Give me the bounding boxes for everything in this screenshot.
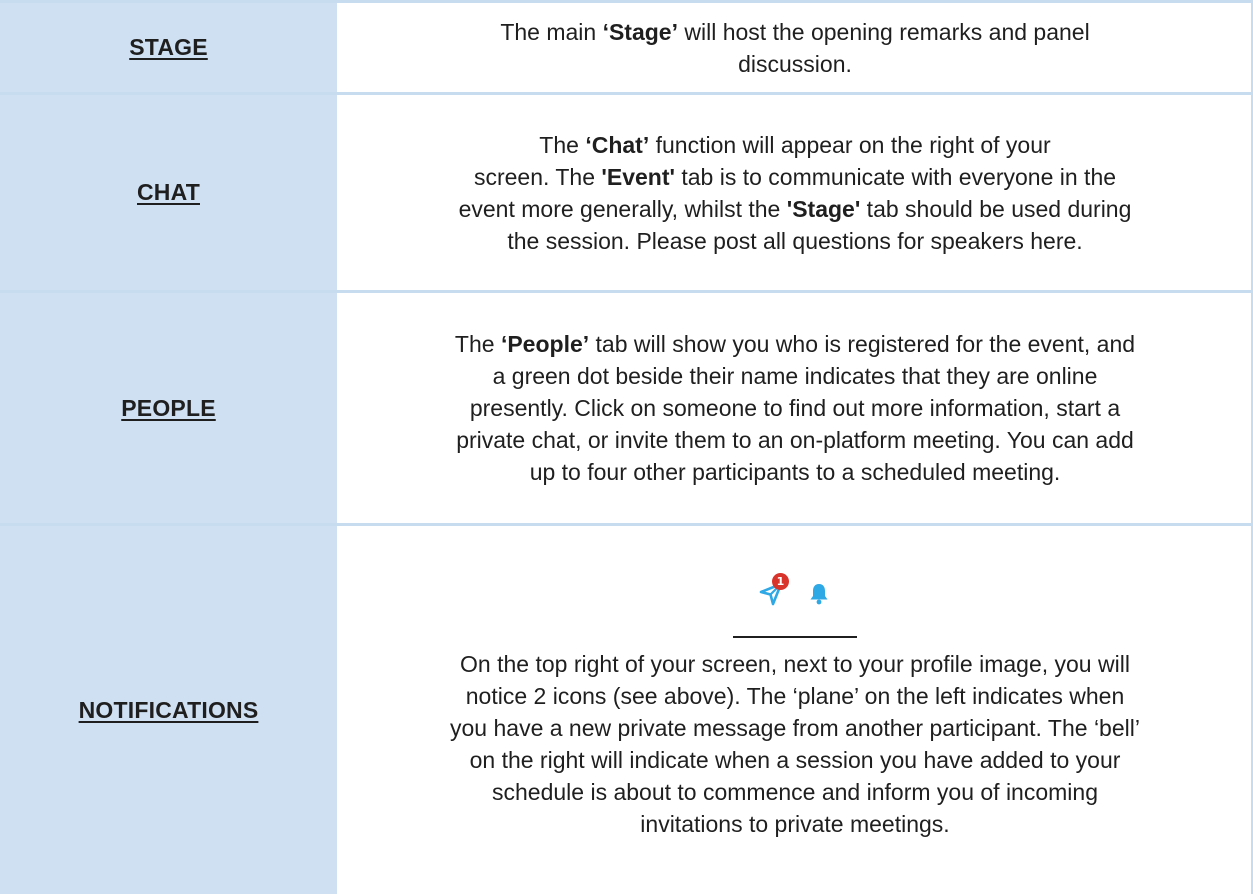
text-run: tab will show you who is registered for …: [589, 331, 1136, 357]
paper-plane-icon: 1: [758, 573, 789, 607]
row-label-stage: STAGE: [129, 34, 208, 60]
content-line: The ‘Chat’ function will appear on the r…: [539, 129, 1050, 161]
content-line: the session. Please post all questions f…: [507, 227, 1083, 254]
text-run: tab should be used during: [860, 195, 1132, 222]
text-run: tab is to communicate with everyone in t…: [674, 163, 1117, 190]
bell-icon: [806, 581, 832, 607]
row-content-notifications: 1 On the top right of your screen, next …: [337, 526, 1253, 894]
text-run: The: [454, 331, 501, 357]
row-label-cell: PEOPLE: [0, 293, 337, 523]
bold-term: ‘Stage’: [602, 18, 678, 45]
table-row-people: PEOPLE The ‘People’ tab will show you wh…: [0, 293, 1253, 523]
row-label-cell: CHAT: [0, 95, 337, 290]
text-run: The: [539, 131, 586, 158]
text-run: will host the opening remarks and panel: [678, 18, 1090, 45]
text-run: function will appear on the right of you…: [649, 131, 1051, 158]
bold-term: 'Stage': [786, 195, 861, 222]
content-line: The main ‘Stage’ will host the opening r…: [500, 16, 1089, 48]
content-line: screen. The 'Event' tab is to communicat…: [474, 161, 1116, 193]
row-content-chat: The ‘Chat’ function will appear on the r…: [337, 95, 1253, 290]
content-line: The ‘People’ tab will show you who is re…: [455, 328, 1135, 360]
table-row-chat: CHAT The ‘Chat’ function will appear on …: [0, 95, 1253, 290]
bold-term: ‘Chat’: [585, 131, 650, 158]
row-label-chat: CHAT: [137, 179, 200, 205]
table-row-notifications: NOTIFICATIONS 1 On the top right of your…: [0, 526, 1253, 894]
row-label-cell: NOTIFICATIONS: [0, 526, 337, 894]
content-line: event more generally, whilst the 'Stage'…: [459, 193, 1132, 225]
content-line: on the right will indicate when a sessio…: [469, 747, 1121, 773]
notification-icons-example: 1: [758, 573, 832, 614]
text-run: The main: [500, 18, 603, 45]
text-run: screen. The: [473, 163, 602, 190]
content-line: notice 2 icons (see above). The ‘plane’ …: [465, 683, 1125, 709]
content-line: invitations to private meetings.: [640, 811, 950, 837]
content-line: presently. Click on someone to find out …: [469, 395, 1121, 421]
content-line: up to four other participants to a sched…: [529, 459, 1061, 485]
row-content-stage: The main ‘Stage’ will host the opening r…: [337, 3, 1253, 92]
bold-term: ‘People’: [500, 331, 590, 357]
content-line: discussion.: [738, 50, 852, 77]
table-row-stage: STAGE The main ‘Stage’ will host the ope…: [0, 3, 1253, 92]
bold-term: 'Event': [601, 163, 675, 190]
content-line: schedule is about to commence and inform…: [492, 779, 1098, 805]
content-line: a green dot beside their name indicates …: [492, 363, 1098, 389]
row-label-notifications: NOTIFICATIONS: [78, 696, 259, 723]
unread-badge: 1: [772, 573, 789, 590]
icon-caption-rule: [733, 636, 857, 638]
text-run: event more generally, whilst the: [458, 195, 787, 222]
content-line: On the top right of your screen, next to…: [460, 651, 1130, 677]
row-label-cell: STAGE: [0, 3, 337, 92]
info-table: STAGE The main ‘Stage’ will host the ope…: [0, 0, 1253, 894]
row-label-people: PEOPLE: [121, 394, 216, 421]
content-line: you have a new private message from anot…: [450, 715, 1140, 741]
content-line: private chat, or invite them to an on-pl…: [456, 427, 1134, 453]
row-content-people: The ‘People’ tab will show you who is re…: [337, 293, 1253, 523]
